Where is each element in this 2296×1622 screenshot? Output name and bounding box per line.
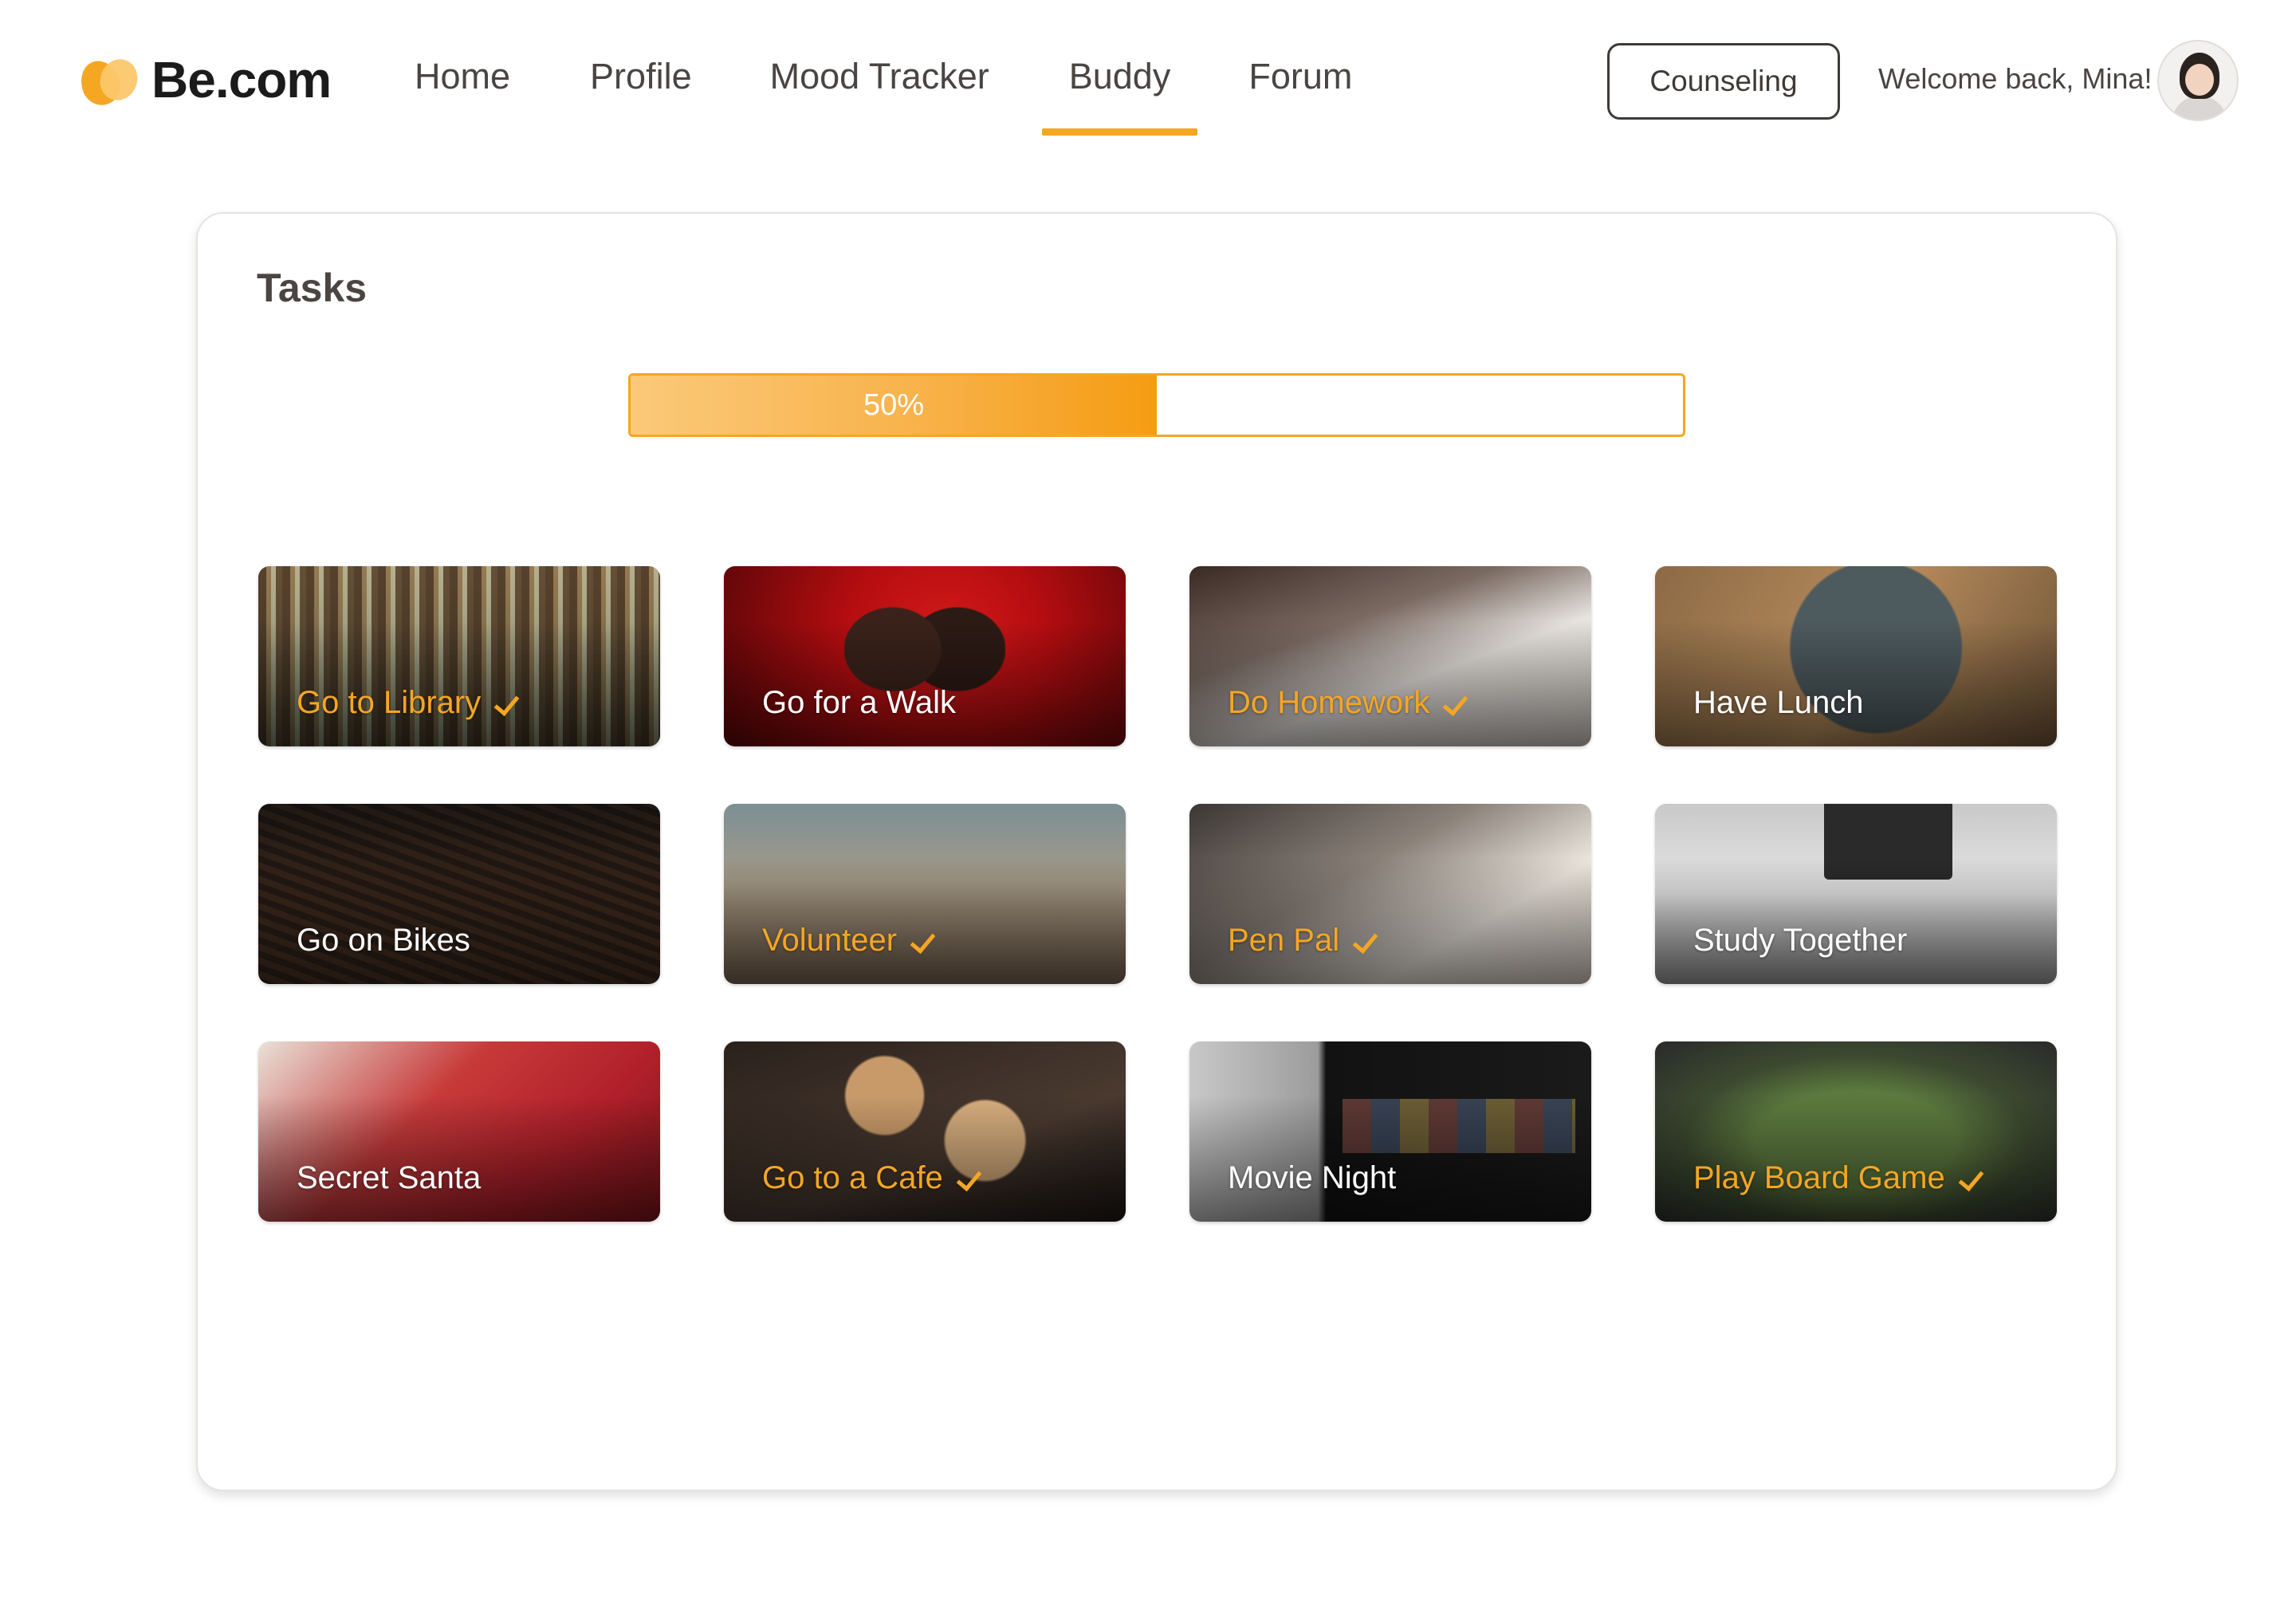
task-card[interactable]: Go for a Walk	[724, 566, 1126, 746]
task-label-text: Go for a Walk	[762, 685, 957, 720]
task-label-text: Volunteer	[762, 923, 898, 958]
task-card[interactable]: Play Board Game	[1655, 1041, 2057, 1222]
nav-profile-label: Profile	[590, 56, 692, 96]
progress-label: 50%	[863, 388, 925, 422]
check-icon	[956, 1165, 983, 1192]
task-label: Play Board Game	[1693, 1160, 1985, 1196]
task-card[interactable]: Study Together	[1655, 804, 2057, 984]
task-label: Secret Santa	[297, 1160, 481, 1196]
nav-home-label: Home	[415, 56, 511, 96]
task-label: Pen Pal	[1228, 923, 1379, 959]
task-label: Go to a Cafe	[762, 1160, 983, 1196]
task-card[interactable]: Have Lunch	[1655, 566, 2057, 746]
nav-buddy-label: Buddy	[1068, 56, 1171, 96]
progress-fill: 50%	[631, 376, 1157, 435]
task-label: Volunteer	[762, 923, 937, 959]
task-label-text: Go to Library	[297, 685, 482, 720]
task-card[interactable]: Go to a Cafe	[724, 1041, 1126, 1222]
nav-home[interactable]: Home	[415, 48, 510, 136]
logo[interactable]: Be.com	[74, 49, 332, 111]
task-card[interactable]: Do Homework	[1189, 566, 1591, 746]
task-label-text: Play Board Game	[1693, 1160, 1945, 1195]
tasks-panel: Tasks 50% Go to Library Go for a Walk Do H…	[196, 212, 2117, 1491]
nav-buddy[interactable]: Buddy	[1041, 48, 1197, 136]
nav-mood-tracker[interactable]: Mood Tracker	[770, 48, 989, 136]
task-card[interactable]: Go to Library	[258, 566, 660, 746]
task-label-text: Movie Night	[1228, 1160, 1397, 1195]
task-label-text: Go to a Cafe	[762, 1160, 943, 1195]
task-card[interactable]: Go on Bikes	[258, 804, 660, 984]
task-card[interactable]: Movie Night	[1189, 1041, 1591, 1222]
task-label-text: Pen Pal	[1228, 923, 1340, 958]
check-icon	[1958, 1165, 1985, 1192]
task-label-text: Study Together	[1693, 923, 1908, 958]
logo-heart-icon	[74, 53, 144, 111]
task-card[interactable]: Pen Pal	[1189, 804, 1591, 984]
check-icon	[1352, 927, 1379, 955]
main-nav: Home Profile Mood Tracker Buddy Forum	[415, 48, 1352, 136]
task-label: Study Together	[1693, 923, 1907, 959]
nav-forum-label: Forum	[1248, 56, 1353, 96]
nav-forum[interactable]: Forum	[1248, 48, 1352, 136]
task-label: Have Lunch	[1693, 685, 1863, 721]
check-icon	[493, 690, 521, 717]
nav-profile[interactable]: Profile	[590, 48, 692, 136]
check-icon	[910, 927, 937, 955]
task-label: Go for a Walk	[762, 685, 956, 721]
counseling-button[interactable]: Counseling	[1607, 43, 1840, 120]
task-label: Go on Bikes	[297, 923, 470, 959]
logo-text: Be.com	[151, 51, 332, 108]
avatar[interactable]	[2157, 40, 2239, 121]
task-label: Movie Night	[1228, 1160, 1396, 1196]
progress-bar: 50%	[628, 373, 1685, 437]
task-label-text: Go on Bikes	[297, 923, 470, 958]
task-label-text: Secret Santa	[297, 1160, 482, 1195]
task-label-text: Have Lunch	[1693, 685, 1864, 720]
panel-title: Tasks	[257, 266, 368, 310]
task-card[interactable]: Secret Santa	[258, 1041, 660, 1222]
nav-mood-tracker-label: Mood Tracker	[769, 56, 989, 96]
welcome-text: Welcome back, Mina!	[1878, 62, 2152, 95]
task-card[interactable]: Volunteer	[724, 804, 1126, 984]
check-icon	[1442, 690, 1469, 717]
task-label: Go to Library	[297, 685, 521, 721]
task-label-text: Do Homework	[1228, 685, 1430, 720]
task-label: Do Homework	[1228, 685, 1469, 721]
task-grid: Go to Library Go for a Walk Do Homework Hav…	[258, 566, 2057, 1222]
